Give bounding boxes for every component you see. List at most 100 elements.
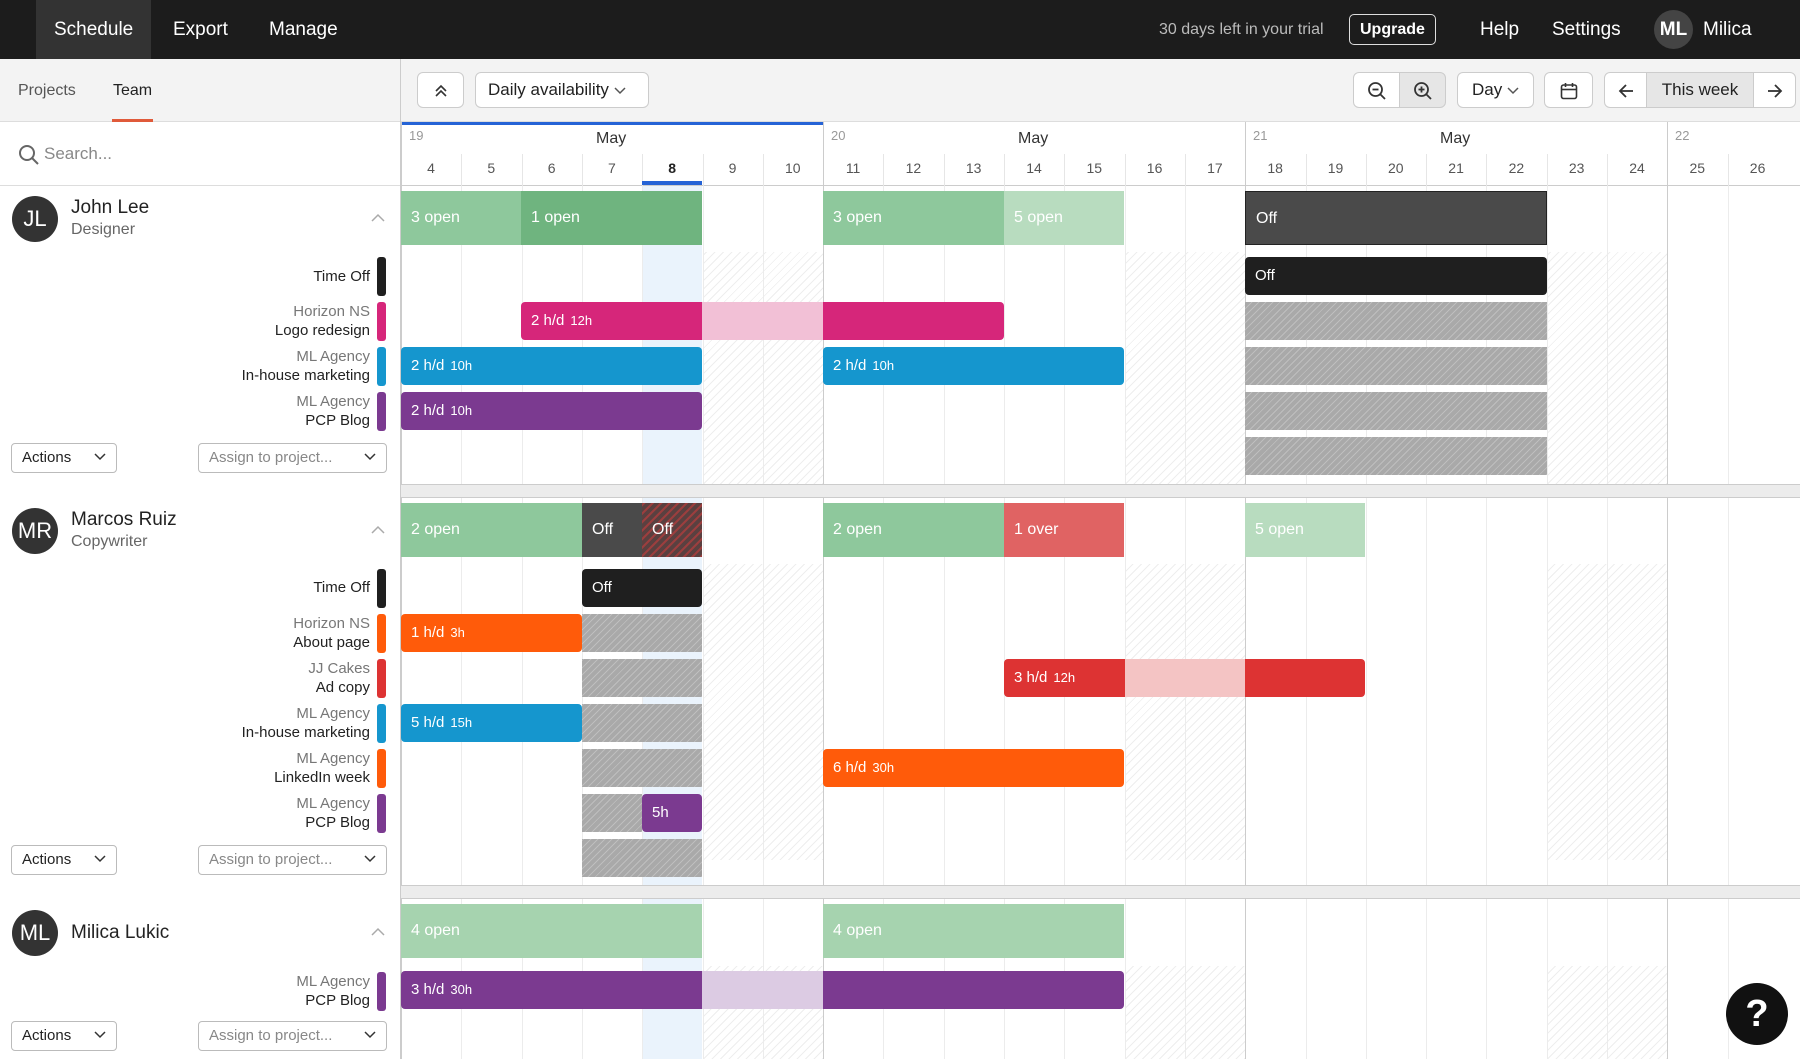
assign-project-select[interactable]: Assign to project...: [198, 845, 387, 875]
help-button[interactable]: ?: [1726, 983, 1788, 1045]
chevron-down-icon: [94, 453, 106, 461]
collapse-icon[interactable]: [371, 525, 385, 535]
allocation-bar-weekend: [702, 302, 823, 340]
person-name[interactable]: John Lee: [71, 197, 149, 219]
user-name[interactable]: Milica: [1703, 0, 1752, 59]
zoom-out-button[interactable]: [1353, 72, 1400, 108]
availability-cell-off[interactable]: Off: [582, 503, 642, 557]
chevron-down-icon: [94, 855, 106, 863]
calendar-button[interactable]: [1544, 72, 1593, 108]
allocation-bar[interactable]: 1 h/d 3h: [401, 614, 582, 652]
month-label: May: [1440, 130, 1471, 147]
allocation-bar[interactable]: 2 h/d 12h: [521, 302, 702, 340]
zoom-in-button[interactable]: [1399, 72, 1446, 108]
nav-manage[interactable]: Manage: [251, 0, 356, 59]
chevron-down-icon: [1507, 86, 1519, 94]
allocation-bar[interactable]: 5h: [642, 794, 702, 832]
time-off-block: [582, 794, 642, 832]
week-number: 22: [1675, 128, 1690, 143]
row-label: Time Off: [313, 268, 370, 285]
nav-export[interactable]: Export: [155, 0, 246, 59]
time-off-bar[interactable]: Off: [1245, 257, 1547, 295]
chevron-down-icon: [614, 86, 626, 94]
availability-cell[interactable]: 4 open: [401, 904, 702, 958]
assign-project-select[interactable]: Assign to project...: [198, 443, 387, 473]
availability-cell[interactable]: 2 open: [823, 503, 1004, 557]
actions-dropdown[interactable]: Actions: [11, 845, 117, 875]
grid-line: [1727, 186, 1729, 1059]
allocation-bar[interactable]: 6 h/d 30h: [823, 749, 1124, 787]
row-label: Time Off: [313, 579, 370, 596]
day-label: 9: [728, 160, 737, 176]
nav-schedule[interactable]: Schedule: [36, 0, 152, 59]
availability-cell[interactable]: 4 open: [823, 904, 1124, 958]
availability-cell-off[interactable]: Off: [1245, 191, 1547, 245]
project-swatch: [377, 659, 386, 698]
day-divider: [1184, 154, 1186, 186]
grid-line: [1184, 186, 1186, 1059]
availability-cell-over[interactable]: 1 over: [1004, 503, 1124, 557]
tab-team[interactable]: Team: [112, 59, 154, 122]
chevron-down-icon: [94, 1031, 106, 1039]
date-header: 19 May 20 May 21 May 22 4 5 6 7 8 9 10 11 12 13 14…: [401, 122, 1800, 186]
allocation-bar[interactable]: 3 h/d 12h: [1004, 659, 1125, 697]
view-select[interactable]: Daily availability: [475, 72, 649, 108]
person-name[interactable]: Marcos Ruiz: [71, 509, 177, 531]
allocation-bar[interactable]: [1245, 659, 1365, 697]
allocation-bar[interactable]: 2 h/d 10h: [401, 392, 702, 430]
arrow-right-icon: [1767, 83, 1782, 98]
grid-line: [1607, 186, 1608, 1059]
this-week-button[interactable]: This week: [1646, 72, 1754, 108]
allocation-bar[interactable]: 3 h/d 30h: [401, 971, 702, 1009]
row-label: ML Agency In-house marketing: [241, 348, 370, 384]
availability-cell[interactable]: 3 open: [401, 191, 521, 245]
availability-cell-off[interactable]: Off: [642, 503, 702, 557]
day-divider: [1607, 154, 1608, 186]
availability-cell[interactable]: 1 open: [521, 191, 702, 245]
availability-cell[interactable]: 5 open: [1245, 503, 1365, 557]
actions-dropdown[interactable]: Actions: [11, 1021, 117, 1051]
allocation-bar[interactable]: 5 h/d 15h: [401, 704, 582, 742]
week-number: 20: [831, 128, 846, 143]
collapse-icon[interactable]: [371, 213, 385, 223]
allocation-bar[interactable]: [823, 971, 1124, 1009]
allocation-bar[interactable]: 2 h/d 10h: [401, 347, 702, 385]
nav-settings[interactable]: Settings: [1534, 0, 1639, 59]
project-swatch: [377, 794, 386, 833]
arrow-left-icon: [1618, 83, 1633, 98]
search-input[interactable]: [44, 138, 384, 170]
next-week-button[interactable]: [1753, 72, 1796, 108]
user-avatar[interactable]: ML: [1654, 10, 1693, 49]
previous-week-button[interactable]: [1604, 72, 1647, 108]
availability-cell[interactable]: 3 open: [823, 191, 1004, 245]
day-divider: [1004, 154, 1005, 186]
day-divider: [1365, 154, 1367, 186]
availability-cell[interactable]: 2 open: [401, 503, 582, 557]
upgrade-button[interactable]: Upgrade: [1349, 14, 1436, 45]
person-role: Copywriter: [71, 533, 148, 550]
collapse-icon[interactable]: [371, 927, 385, 937]
time-off-block: [582, 839, 702, 877]
allocation-bar[interactable]: [823, 302, 1004, 340]
project-swatch: [377, 302, 386, 341]
availability-cell[interactable]: 5 open: [1004, 191, 1124, 245]
actions-dropdown[interactable]: Actions: [11, 443, 117, 473]
day-divider: [883, 154, 885, 186]
allocation-bar-weekend: [702, 971, 823, 1009]
time-off-block: [582, 659, 702, 697]
day-divider: [581, 154, 583, 186]
day-divider: [1727, 154, 1729, 186]
nav-help[interactable]: Help: [1462, 0, 1537, 59]
collapse-all-button[interactable]: [417, 72, 464, 108]
scale-select[interactable]: Day: [1457, 72, 1534, 108]
day-divider: [943, 154, 945, 186]
month-label: May: [596, 130, 627, 147]
time-off-bar[interactable]: Off: [582, 569, 702, 607]
tab-projects[interactable]: Projects: [18, 59, 76, 122]
allocation-bar[interactable]: 2 h/d 10h: [823, 347, 1124, 385]
time-off-block: [582, 749, 702, 787]
avatar: JL: [12, 196, 58, 242]
project-swatch: [377, 972, 386, 1011]
assign-project-select[interactable]: Assign to project...: [198, 1021, 387, 1051]
person-name[interactable]: Milica Lukic: [71, 922, 169, 944]
